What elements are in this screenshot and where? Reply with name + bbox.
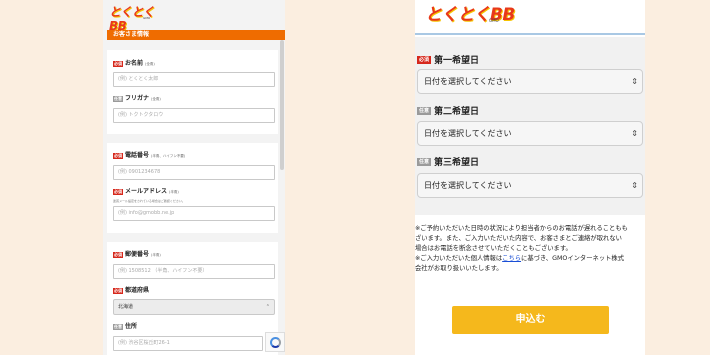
section-title: お客さま情報 (107, 30, 285, 40)
chevron-updown-icon: ⇕ (631, 181, 638, 190)
left-form-panel: とくとくBB GMO お客さま情報 必須 お名前 (全角) (例) とくとく太郎… (103, 0, 285, 355)
label-text: フリガナ (125, 95, 150, 102)
first-choice-label: 必須 第一希望日 (417, 53, 479, 66)
optional-badge: 任意 (113, 96, 123, 102)
email-small-note: 迷惑メール設定をされている場合はご確認ください。 (113, 199, 185, 203)
kana-label: 任意 フリガナ (全角) (113, 95, 161, 103)
second-choice-label: 任意 第二希望日 (417, 104, 479, 117)
note-line: ざいます。また、ご入力いただいた内容で、お客さまとご連絡が取れない (415, 235, 622, 242)
label-text: 第二希望日 (434, 107, 480, 117)
required-badge: 必須 (113, 61, 123, 67)
prefecture-select[interactable]: 北海道 ⌃ (113, 299, 275, 315)
notes: ※ご予約いただいた日時の状況により担当者からのお電話が遅れることもも ざいます。… (415, 224, 645, 274)
label-text: 第三希望日 (434, 158, 480, 168)
first-choice-select[interactable]: 日付を選択してください ⇕ (417, 69, 643, 94)
chevron-updown-icon: ⌃ (265, 304, 270, 310)
address-input[interactable]: (例) 渋谷区桜丘町26-1 (113, 336, 263, 351)
note-line: ※ご予約いただいた日時の状況により担当者からのお電話が遅れることもも (415, 225, 628, 232)
label-text: 郵便番号 (125, 251, 150, 258)
privacy-link[interactable]: こちら (502, 255, 521, 262)
logo-text: とくとくBB (425, 5, 515, 25)
required-badge: 必須 (417, 55, 432, 64)
email-input[interactable]: (例) info@gmobb.ne.jp (113, 206, 275, 221)
tokutoku-logo[interactable]: とくとくBB GMO (109, 5, 155, 33)
label-note: (全角) (145, 62, 155, 66)
label-note: (半角、ハイフン不要) (151, 154, 186, 158)
scrollbar[interactable] (280, 40, 284, 170)
postal-input[interactable]: (例) 1508512 （半角、ハイフン不要） (113, 264, 275, 279)
recaptcha-badge[interactable] (265, 332, 285, 352)
second-choice-select[interactable]: 日付を選択してください ⇕ (417, 121, 643, 146)
optional-badge: 任意 (417, 106, 432, 115)
kana-input[interactable]: (例) トクトクタロウ (113, 108, 275, 123)
address-label: 任意 住所 (113, 323, 137, 331)
optional-badge: 任意 (417, 157, 432, 166)
chevron-updown-icon: ⇕ (631, 77, 638, 86)
address-card: 必須 郵便番号 (半角) (例) 1508512 （半角、ハイフン不要） 必須 … (107, 242, 278, 355)
third-choice-label: 任意 第三希望日 (417, 155, 479, 168)
label-note: (半角) (151, 253, 161, 257)
logo-sub: GMO (143, 16, 151, 20)
label-text: お名前 (125, 60, 144, 67)
third-choice-select[interactable]: 日付を選択してください ⇕ (417, 173, 643, 198)
submit-button[interactable]: 申込む (452, 306, 609, 334)
header: とくとくBB GMO (415, 0, 645, 35)
required-badge: 必須 (113, 153, 123, 159)
tokutoku-logo[interactable]: とくとくBB GMO (425, 5, 515, 25)
note-text: ※ご入力いただいた個人情報は (415, 255, 503, 262)
select-placeholder: 日付を選択してください (424, 129, 512, 138)
required-badge: 必須 (113, 252, 123, 258)
prefecture-value: 北海道 (118, 304, 134, 310)
required-badge: 必須 (113, 288, 123, 294)
phone-input[interactable]: (例) 0901234678 (113, 165, 275, 180)
label-text: メールアドレス (125, 188, 168, 195)
contact-card: 必須 電話番号 (半角、ハイフン不要) (例) 0901234678 必須 メー… (107, 143, 278, 233)
note-line: 会社がお取り扱いいたします。 (415, 265, 503, 272)
email-label: 必須 メールアドレス (半角) (113, 188, 179, 196)
recaptcha-icon (270, 337, 281, 348)
name-card: 必須 お名前 (全角) (例) とくとく太郎 任意 フリガナ (全角) (例) … (107, 50, 278, 134)
phone-label: 必須 電話番号 (半角、ハイフン不要) (113, 152, 185, 160)
select-placeholder: 日付を選択してください (424, 181, 512, 190)
right-form-panel: とくとくBB GMO 必須 第一希望日 日付を選択してください ⇕ 任意 第二希… (415, 0, 645, 355)
note-text: に基づき、GMOインターネット株式 (521, 255, 625, 262)
name-input[interactable]: (例) とくとく太郎 (113, 72, 275, 87)
prefecture-label: 必須 都道府県 (113, 287, 149, 295)
label-text: 都道府県 (125, 287, 150, 294)
name-label: 必須 お名前 (全角) (113, 60, 155, 68)
label-note: (全角) (151, 97, 161, 101)
required-badge: 必須 (113, 189, 123, 195)
label-text: 第一希望日 (434, 56, 480, 66)
chevron-updown-icon: ⇕ (631, 129, 638, 138)
postal-label: 必須 郵便番号 (半角) (113, 251, 161, 259)
label-note: (半角) (169, 190, 179, 194)
optional-badge: 任意 (113, 324, 123, 330)
date-choice-section: 必須 第一希望日 日付を選択してください ⇕ 任意 第二希望日 日付を選択してく… (415, 37, 645, 215)
logo-sub: GMO (489, 18, 499, 23)
label-text: 住所 (125, 323, 138, 330)
label-text: 電話番号 (125, 152, 150, 159)
select-placeholder: 日付を選択してください (424, 77, 512, 86)
note-line: ※ご入力いただいた個人情報はこちらに基づき、GMOインターネット株式 (415, 254, 645, 264)
note-line: 場合はお電話を断念させていただくこともございます。 (415, 245, 572, 252)
